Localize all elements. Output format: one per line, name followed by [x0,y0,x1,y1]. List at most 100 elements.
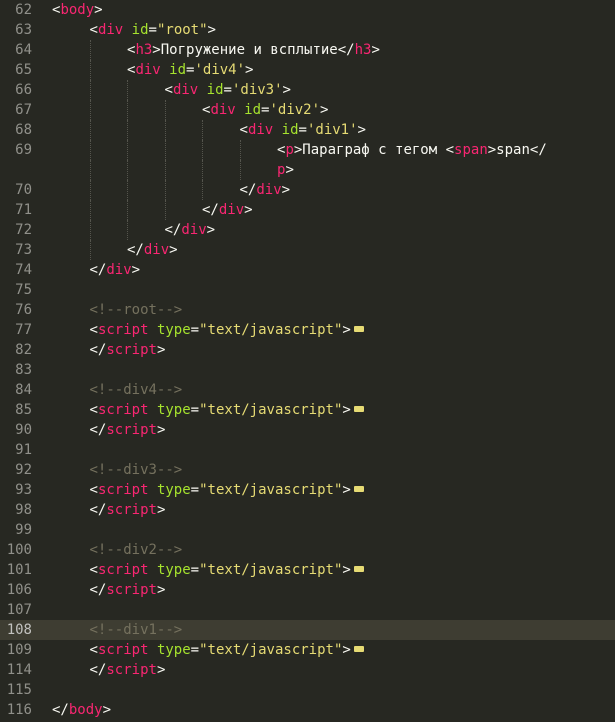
line-number: 91 [15,442,32,458]
line-number: 100 [6,542,32,558]
line-number: 92 [15,462,32,478]
code-line[interactable]: 72 </div> [0,220,615,240]
token-punc: = [190,562,200,578]
code-line[interactable]: 73 </div> [0,240,615,260]
code-line[interactable]: 65 <div id='div4'> [0,60,615,80]
code-text: </script> [90,340,615,360]
code-line[interactable]: 64 <h3>Погружение и всплытие</h3> [0,40,615,60]
code-line[interactable]: 115 [0,680,615,700]
line-number: 114 [6,662,32,678]
fold-marker-icon[interactable] [353,646,364,652]
code-line[interactable]: 85 <script type="text/javascript"> [0,400,615,420]
token-str: 'div4' [194,62,246,78]
fold-marker-icon[interactable] [353,566,364,572]
code-text: <div id='div2'> [202,100,615,120]
indent-guide [239,160,241,180]
indent-guide [239,140,241,160]
code-line[interactable]: 98 </script> [0,500,615,520]
code-editor[interactable]: 62 <body> 63 <div id="root"> 64 <h3>Погружени… [0,0,615,722]
token-str: "text/javascript" [199,642,343,658]
code-line[interactable]: 107 [0,600,615,620]
token-punc: > [245,62,254,78]
code-line[interactable]: 68 <div id='div1'> [0,120,615,140]
code-line[interactable]: 100 <!--div2--> [0,540,615,560]
token-tag: div [256,182,282,198]
line-number: 64 [15,42,32,58]
code-line[interactable]: p> [0,160,615,180]
indent-guide [127,200,128,220]
indent-guide [164,180,166,200]
code-line[interactable]: 67 <div id='div2'> [0,100,615,120]
code-line[interactable]: 77 <script type="text/javascript"> [0,320,615,340]
code-line[interactable]: 82 </script> [0,340,615,360]
line-number: 75 [15,282,32,298]
code-line[interactable]: 62 <body> [0,0,615,20]
code-text: </div> [127,240,615,260]
code-text: <p>Параграф с тегом <span>span</ [277,140,615,160]
indent-guide [202,120,203,140]
token-tag: span [454,142,488,158]
code-text: <body> [52,0,615,20]
token-tag: div [210,102,236,118]
code-line[interactable]: 92 <!--div3--> [0,460,615,480]
token-tag: body [68,702,103,718]
code-line[interactable]: 93 <script type="text/javascript"> [0,480,615,500]
token-punc: </ [89,262,107,278]
code-line[interactable]: 101 <script type="text/javascript"> [0,560,615,580]
fold-marker-icon[interactable] [353,406,364,412]
code-line[interactable]: 71 </div> [0,200,615,220]
code-line[interactable]: 108 <!--div1--> [0,620,615,640]
code-line[interactable]: 90 </script> [0,420,615,440]
code-text: <script type="text/javascript"> [90,320,615,340]
token-tag: h3 [135,42,153,58]
code-line[interactable]: 84 <!--div4--> [0,380,615,400]
indent-guide [127,100,128,120]
code-text: </div> [165,220,615,240]
code-line[interactable]: 75 [0,280,615,300]
token-str: "root" [156,22,208,38]
indent-guide [127,120,128,140]
token-attr: id [206,82,224,98]
line-number: 69 [15,142,32,158]
code-line[interactable]: 69 <p>Параграф с тегом <span>span</ [0,140,615,160]
code-line[interactable]: 74 </div> [0,260,615,280]
code-line[interactable]: 63 <div id="root"> [0,20,615,40]
token-punc: >Погружение и всплытие</ [152,42,355,58]
token-attr: type [156,482,191,498]
token-tag: script [106,422,157,438]
token-punc [198,82,206,98]
code-line[interactable]: 91 [0,440,615,460]
code-text: <div id='div1'> [240,120,615,140]
indent-guide [202,180,203,200]
indent-guide [89,240,91,260]
code-line[interactable]: 106 </script> [0,580,615,600]
token-punc: </ [127,242,144,258]
token-punc [149,402,157,418]
indent-guide [202,160,203,180]
code-line[interactable]: 114 </script> [0,660,615,680]
token-punc: > [156,582,166,598]
code-line[interactable]: 76 <!--root--> [0,300,615,320]
line-number: 101 [6,562,32,578]
token-punc: > [244,202,253,218]
indent-guide [164,200,166,220]
fold-marker-icon[interactable] [353,326,364,332]
token-tag: script [97,322,149,338]
line-number: 109 [6,642,32,658]
code-text: </div> [240,180,615,200]
indent-guide [164,160,166,180]
code-line[interactable]: 109 <script type="text/javascript"> [0,640,615,660]
line-number: 84 [15,382,32,398]
code-text: </script> [90,420,615,440]
token-tag: script [97,482,149,498]
code-line[interactable]: 70 </div> [0,180,615,200]
fold-marker-icon[interactable] [353,486,364,492]
indent-guide [127,180,128,200]
line-number: 93 [15,482,32,498]
line-number: 62 [15,2,32,18]
token-tag: script [97,562,149,578]
code-line[interactable]: 66 <div id='div3'> [0,80,615,100]
code-line[interactable]: 99 [0,520,615,540]
code-line[interactable]: 116 </body> [0,700,615,720]
code-line[interactable]: 83 [0,360,615,380]
